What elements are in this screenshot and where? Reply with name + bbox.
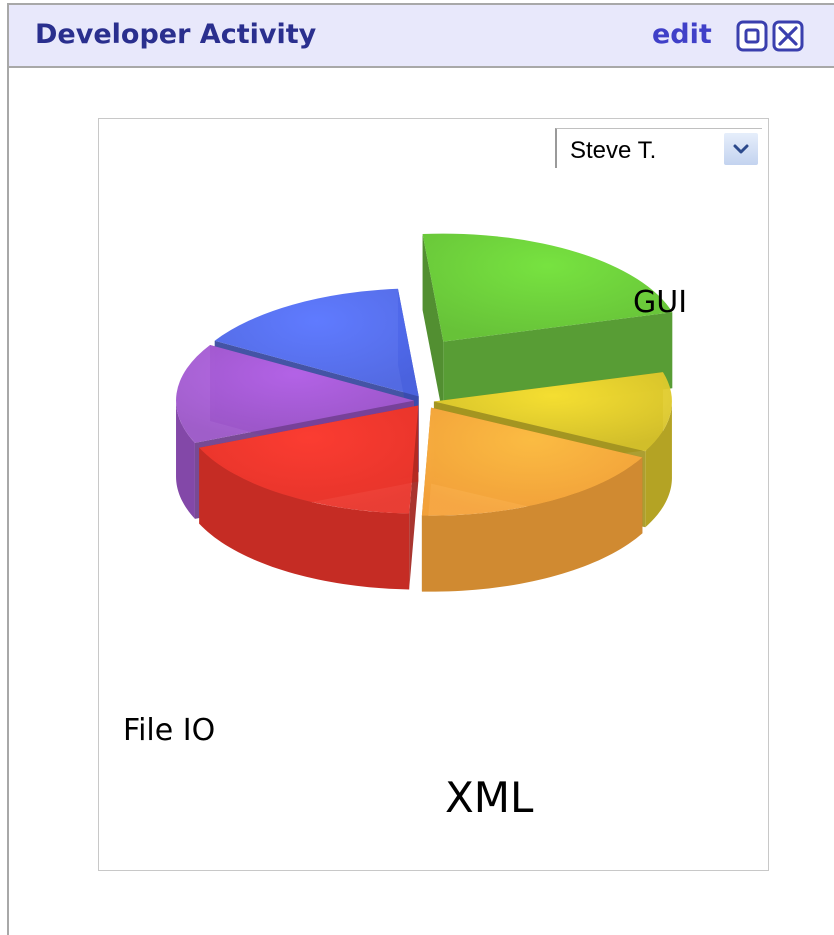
close-icon[interactable] bbox=[772, 20, 804, 52]
pie-chart bbox=[176, 233, 673, 592]
edit-link[interactable]: edit bbox=[652, 19, 712, 50]
widget-title: Developer Activity bbox=[35, 19, 317, 50]
slice-label-gui: GUI bbox=[633, 285, 688, 320]
developer-select-value: Steve T. bbox=[570, 137, 657, 164]
developer-select[interactable]: Steve T. bbox=[555, 128, 762, 168]
widget-header: Developer Activity edit bbox=[9, 5, 834, 68]
pie-chart-panel: Steve T. GUI File IO XML bbox=[98, 118, 769, 871]
chevron-down-icon[interactable] bbox=[724, 133, 758, 165]
slice-label-xml: XML bbox=[445, 773, 534, 822]
developer-activity-widget: Developer Activity edit Steve T. GUI Fil… bbox=[7, 3, 834, 935]
slice-label-file-io: File IO bbox=[123, 713, 216, 748]
maximize-icon[interactable] bbox=[736, 20, 768, 52]
